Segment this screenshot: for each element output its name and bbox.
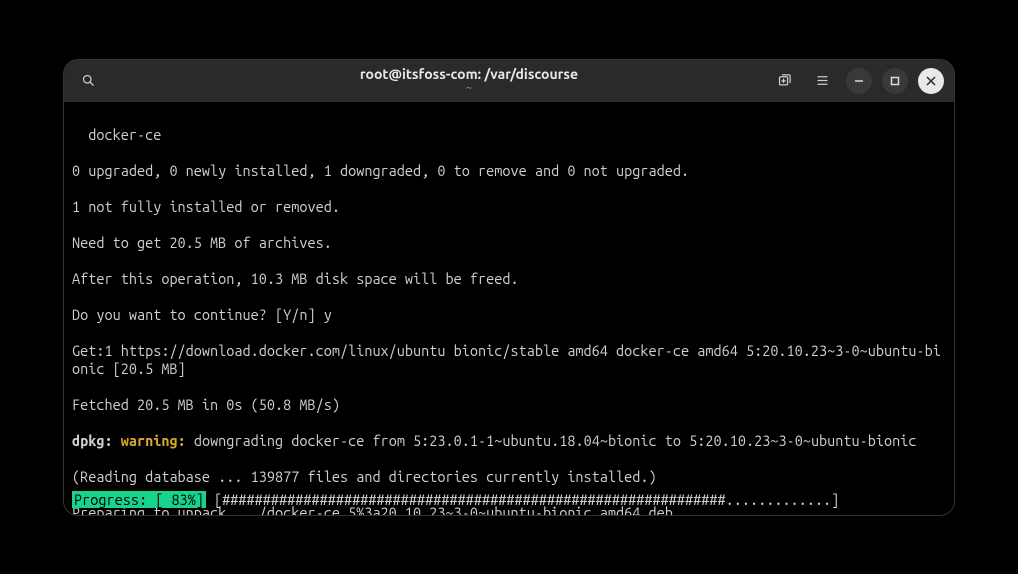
progress-bar: [#######################################… bbox=[206, 491, 839, 508]
progress-label: Progress: [ 83%] bbox=[72, 491, 206, 508]
output-line: Do you want to continue? [Y/n] y bbox=[72, 306, 946, 324]
terminal-window: root@itsfoss-com: /var/discourse ~ docke… bbox=[64, 60, 954, 515]
window-subtitle: ~ bbox=[194, 82, 744, 95]
output-line: docker-ce bbox=[72, 126, 946, 144]
output-line: (Reading database ... 139877 files and d… bbox=[72, 468, 946, 486]
terminal-output[interactable]: docker-ce 0 upgraded, 0 newly installed,… bbox=[64, 102, 954, 515]
output-line: After this operation, 10.3 MB disk space… bbox=[72, 270, 946, 288]
output-line: Get:1 https://download.docker.com/linux/… bbox=[72, 342, 946, 378]
maximize-button[interactable] bbox=[882, 68, 908, 94]
titlebar-right bbox=[744, 67, 944, 95]
output-line: Fetched 20.5 MB in 0s (50.8 MB/s) bbox=[72, 396, 946, 414]
progress-row: Progress: [ 83%] [######################… bbox=[64, 491, 954, 509]
output-line: Need to get 20.5 MB of archives. bbox=[72, 234, 946, 252]
close-button[interactable] bbox=[918, 68, 944, 94]
window-title-area: root@itsfoss-com: /var/discourse ~ bbox=[194, 66, 744, 96]
titlebar-left bbox=[74, 67, 194, 95]
menu-icon[interactable] bbox=[808, 67, 836, 95]
warning-label: warning: bbox=[113, 432, 186, 449]
output-line: 0 upgraded, 0 newly installed, 1 downgra… bbox=[72, 162, 946, 180]
window-title: root@itsfoss-com: /var/discourse bbox=[194, 66, 744, 83]
minimize-button[interactable] bbox=[846, 68, 872, 94]
new-tab-icon[interactable] bbox=[770, 67, 798, 95]
search-icon[interactable] bbox=[74, 67, 102, 95]
titlebar: root@itsfoss-com: /var/discourse ~ bbox=[64, 60, 954, 102]
output-line: 1 not fully installed or removed. bbox=[72, 198, 946, 216]
warning-text: downgrading docker-ce from 5:23.0.1-1~ub… bbox=[186, 432, 917, 449]
dpkg-label: dpkg: bbox=[72, 432, 113, 449]
dpkg-warning-line: dpkg: warning: downgrading docker-ce fro… bbox=[72, 432, 946, 450]
